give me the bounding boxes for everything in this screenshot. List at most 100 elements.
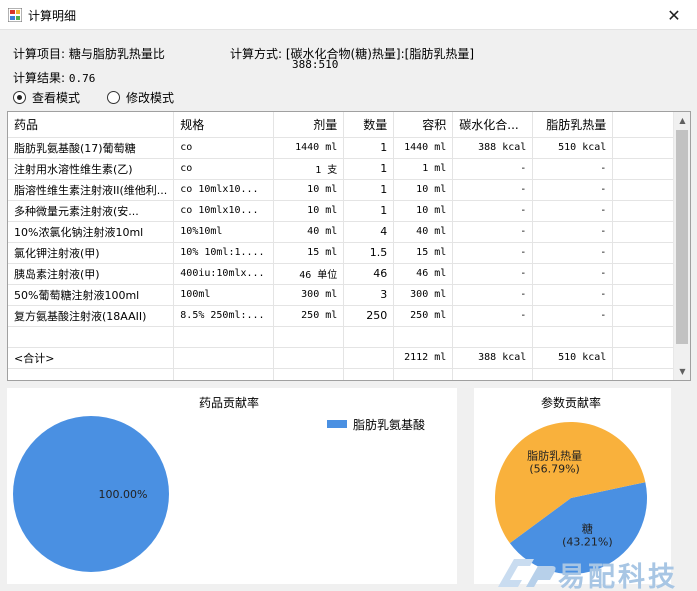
table-cell: 15 ml: [393, 242, 454, 264]
table-cell: [393, 326, 454, 348]
table-filler-cell: [612, 137, 681, 159]
close-button[interactable]: ✕: [651, 0, 697, 30]
table-row[interactable]: 脂肪乳氨基酸(17)葡萄糖 co 1440 ml 1 1440 ml 388 kcal 51…: [8, 137, 681, 159]
table-cell: 300 ml: [273, 284, 345, 306]
brand-watermark: 易配科技: [488, 553, 693, 591]
table-filler-cell: [612, 242, 681, 264]
table-cell: [273, 368, 345, 380]
table-cell: [452, 326, 534, 348]
table-row[interactable]: 10%浓氯化钠注射液10ml 10%10ml 40 ml 4 40 ml - -: [8, 221, 681, 243]
col-header-dose[interactable]: 剂量: [273, 112, 345, 138]
table-row[interactable]: 注射用水溶性维生素(乙) co 1 支11 ml - -: [8, 158, 681, 180]
calc-result-line: 计算结果: 0.76: [13, 69, 95, 86]
table-cell: -: [532, 263, 614, 285]
table-cell: [612, 368, 681, 380]
table-cell: 400iu:10mlx...: [173, 263, 275, 285]
table-cell: 4: [343, 221, 395, 243]
brand-logo-icon: [498, 559, 556, 587]
table-cell: co: [173, 158, 275, 180]
pie-slice-label: 糖: [582, 521, 593, 535]
window-title: 计算明细: [28, 9, 77, 23]
table-cell: co: [173, 137, 275, 159]
table-cell: [393, 368, 454, 380]
edit-mode-label: 修改模式: [126, 91, 175, 105]
table-cell: [173, 326, 275, 348]
app-icon: [8, 8, 22, 22]
table-cell: 胰岛素注射液(甲): [8, 263, 175, 285]
table-cell: 46: [343, 263, 395, 285]
table-cell: 1 支: [273, 158, 345, 180]
table-cell: 388 kcal: [452, 137, 534, 159]
drug-contribution-panel: 药品贡献率 100.00% 脂肪乳氨基酸: [7, 388, 457, 584]
table-row[interactable]: 氯化钾注射液(甲) 10% 10ml:1.... 15 ml 1.5 15 ml - -: [8, 242, 681, 264]
pie-percent-label: (43.21%): [562, 535, 613, 548]
scroll-thumb[interactable]: [676, 130, 688, 344]
edit-mode-radio[interactable]: 修改模式: [107, 89, 174, 106]
view-mode-radio[interactable]: 查看模式: [13, 89, 80, 106]
table-cell: 15 ml: [273, 242, 345, 264]
table-cell: 510 kcal: [532, 347, 614, 369]
col-header-fat-calories[interactable]: 脂肪乳热量: [532, 112, 614, 138]
table-cell: -: [452, 179, 534, 201]
table-cell: 300 ml: [393, 284, 454, 306]
table-cell: 注射用水溶性维生素(乙): [8, 158, 175, 180]
col-header-quantity[interactable]: 数量: [343, 112, 395, 138]
col-header-carbohydrate[interactable]: 碳水化合...: [452, 112, 534, 138]
table-cell: 10%浓氯化钠注射液10ml: [8, 221, 175, 243]
table-row[interactable]: 胰岛素注射液(甲) 400iu:10mlx... 46 单位 46 46 ml - -: [8, 263, 681, 285]
legend-swatch: [327, 420, 347, 428]
calc-method-label: 计算方式:: [230, 47, 283, 61]
table-cell: [273, 347, 345, 369]
table-row[interactable]: 多种微量元素注射液(安... co 10mlx10... 10 ml 1 10 ml - -: [8, 200, 681, 222]
table-cell: [612, 326, 681, 348]
table-cell: 氯化钾注射液(甲): [8, 242, 175, 264]
table-row[interactable]: 复方氨基酸注射液(18AAII) 8.5% 250ml:... 250 ml 250 2…: [8, 305, 681, 327]
table-filler-cell: [612, 221, 681, 243]
view-mode-label: 查看模式: [32, 91, 81, 105]
calc-item-line: 计算项目: 糖与脂肪乳热量比: [13, 45, 165, 62]
table-cell: 1: [343, 179, 395, 201]
table-cell: 250 ml: [393, 305, 454, 327]
detail-grid[interactable]: 药品 规格 剂量 数量 容积 碳水化合... 脂肪乳热量 脂肪乳氨基酸(17)葡…: [7, 111, 691, 381]
scroll-up-icon[interactable]: ▲: [674, 112, 690, 129]
table-empty-row: [8, 326, 681, 348]
table-cell: 1: [343, 200, 395, 222]
table-cell: 46 ml: [393, 263, 454, 285]
table-total-row[interactable]: <合计> 2112 ml 388 kcal 510 kcal: [8, 347, 681, 369]
table-filler-cell: [612, 263, 681, 285]
table-cell: 10 ml: [393, 179, 454, 201]
table-cell: -: [532, 305, 614, 327]
col-header-spec[interactable]: 规格: [173, 112, 275, 138]
table-cell: 脂肪乳氨基酸(17)葡萄糖: [8, 137, 175, 159]
table-row[interactable]: 脂溶性维生素注射液II(维他利... co 10mlx10... 10 ml 1 10 …: [8, 179, 681, 201]
table-cell: 1: [343, 137, 395, 159]
table-filler-cell: [612, 305, 681, 327]
table-cell: 复方氨基酸注射液(18AAII): [8, 305, 175, 327]
col-header-drug[interactable]: 药品: [8, 112, 175, 138]
table-cell: [8, 368, 175, 380]
vertical-scrollbar[interactable]: ▲ ▼: [673, 112, 690, 380]
table-cell: 10%10ml: [173, 221, 275, 243]
table-row[interactable]: 50%葡萄糖注射液100ml 100ml 300 ml 3 300 ml - -: [8, 284, 681, 306]
table-cell: 46 单位: [273, 263, 345, 285]
calc-method-numbers: 388:510: [292, 58, 339, 71]
table-cell: 10 ml: [273, 179, 345, 201]
scroll-down-icon[interactable]: ▼: [674, 363, 690, 380]
col-header-volume[interactable]: 容积: [393, 112, 454, 138]
title-bar: 计算明细 ✕: [0, 0, 697, 30]
table-cell: 多种微量元素注射液(安...: [8, 200, 175, 222]
pie-percent-label: (56.79%): [529, 463, 580, 476]
table-cell: 50%葡萄糖注射液100ml: [8, 284, 175, 306]
table-cell: 250: [343, 305, 395, 327]
table-cell: -: [532, 242, 614, 264]
close-icon: ✕: [667, 5, 681, 25]
calc-result-label: 计算结果:: [13, 71, 66, 85]
radio-dot: [107, 91, 120, 104]
table-cell: co 10mlx10...: [173, 179, 275, 201]
table-filler-cell: [612, 179, 681, 201]
table-cell: 40 ml: [393, 221, 454, 243]
legend-label: 脂肪乳氨基酸: [353, 418, 426, 432]
table-cell: -: [452, 263, 534, 285]
table-cell: 10% 10ml:1....: [173, 242, 275, 264]
table-cell: [8, 326, 175, 348]
